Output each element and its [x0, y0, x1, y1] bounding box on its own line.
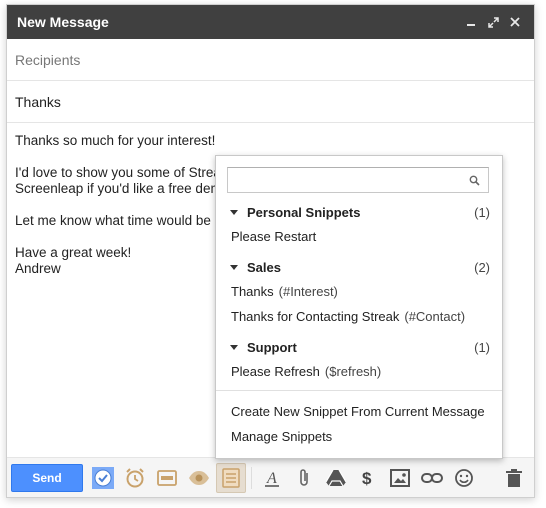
collapse-triangle-icon [230, 344, 238, 350]
trash-icon[interactable] [499, 463, 529, 493]
recipients-placeholder: Recipients [15, 51, 81, 68]
subject-field[interactable]: Thanks [7, 81, 534, 123]
formatting-icon[interactable]: A [257, 463, 287, 493]
collapse-triangle-icon [230, 264, 238, 270]
snippets-icon[interactable] [216, 462, 246, 493]
snippets-dropdown: Personal Snippets (1) Please Restart Sal… [215, 155, 503, 459]
snippet-search-box[interactable] [227, 167, 489, 193]
title-bar: New Message [7, 5, 534, 39]
group-name: Sales [247, 259, 281, 275]
reminder-clock-icon[interactable] [120, 463, 150, 493]
group-count: (1) [474, 204, 490, 220]
snippet-tag: ($refresh) [324, 364, 382, 379]
body-line: I'd love to show you some of Streak [15, 165, 228, 180]
close-icon[interactable] [504, 11, 526, 33]
group-count: (1) [474, 339, 490, 355]
compose-window: New Message Recipients Thanks Thanks so … [6, 4, 535, 498]
snippet-item[interactable]: Please Restart [216, 224, 502, 249]
snippet-label: Please Restart [231, 229, 317, 244]
snippet-label: Thanks for Contacting Streak [231, 309, 400, 324]
snippet-item[interactable]: Please Refresh ($refresh) [216, 359, 502, 384]
money-icon[interactable]: $ [353, 463, 383, 493]
compose-toolbar: Send A $ [7, 457, 534, 497]
collapse-triangle-icon [230, 209, 238, 215]
send-button[interactable]: Send [11, 463, 83, 492]
group-name: Personal Snippets [247, 204, 361, 220]
snippet-label: Thanks [231, 284, 274, 299]
create-snippet-action[interactable]: Create New Snippet From Current Message [216, 399, 502, 424]
svg-text:A: A [266, 470, 277, 487]
body-line: Andrew [15, 261, 61, 276]
svg-text:$: $ [362, 469, 372, 488]
template-icon[interactable] [152, 463, 182, 493]
manage-snippets-action[interactable]: Manage Snippets [216, 424, 502, 449]
toolbar-divider [251, 466, 252, 489]
body-line: Have a great week! [15, 245, 132, 260]
snippet-item[interactable]: Thanks (#Interest) [216, 279, 502, 304]
drive-icon[interactable] [321, 463, 351, 493]
body-line: Thanks so much for your interest! [15, 133, 216, 148]
snippet-group-support[interactable]: Support (1) [216, 335, 502, 359]
window-title: New Message [17, 14, 109, 30]
minimize-icon[interactable] [460, 11, 482, 33]
snippet-search-input[interactable] [228, 168, 458, 192]
recipients-field[interactable]: Recipients [7, 39, 534, 81]
action-label: Manage Snippets [231, 429, 333, 444]
subject-value: Thanks [15, 93, 61, 110]
attach-icon[interactable] [289, 463, 319, 493]
emoji-icon[interactable] [449, 463, 479, 493]
tracking-eye-icon[interactable] [184, 463, 214, 493]
schedule-check-icon[interactable] [88, 463, 118, 493]
snippet-tag: (#Interest) [278, 284, 338, 299]
snippet-label: Please Refresh [231, 364, 320, 379]
snippet-list: Personal Snippets (1) Please Restart Sal… [216, 200, 502, 449]
link-icon[interactable] [417, 463, 447, 493]
snippet-item[interactable]: Thanks for Contacting Streak (#Contact) [216, 304, 502, 329]
menu-divider [216, 390, 502, 391]
popout-icon[interactable] [482, 11, 504, 33]
snippet-tag: (#Contact) [404, 309, 466, 324]
photo-icon[interactable] [385, 463, 415, 493]
body-line: Screenleap if you'd like a free demo [15, 181, 230, 196]
snippet-group-sales[interactable]: Sales (2) [216, 255, 502, 279]
group-name: Support [247, 339, 297, 355]
action-label: Create New Snippet From Current Message [231, 404, 485, 419]
snippet-group-personal[interactable]: Personal Snippets (1) [216, 200, 502, 224]
group-count: (2) [474, 259, 490, 275]
search-icon [469, 174, 480, 189]
